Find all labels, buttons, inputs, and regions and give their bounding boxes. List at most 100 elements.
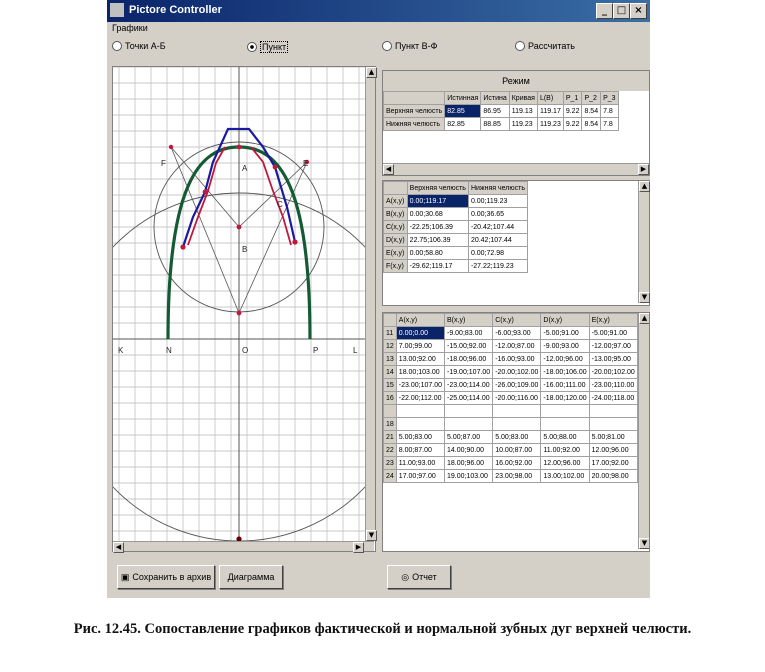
points-vscroll[interactable]: ▲ ▼ [638,181,650,303]
table-cell[interactable]: 5.00;83.00 [492,430,542,444]
table-cell[interactable]: 13.00;92.00 [395,352,446,366]
table-row[interactable]: 11 0.00;0.00 -9.00;83.00 -6.00;93.00 -5.00;9… [383,326,638,340]
table-cell[interactable]: 20.42;107.44 [467,233,528,247]
table-row[interactable]: 22 8.00;87.00 14.00;90.00 10.00;87.00 11.00;… [383,443,638,457]
row-header[interactable]: C(x,y) [383,220,408,234]
table-cell[interactable]: 19.00;103.00 [443,469,494,483]
menu-graphs[interactable]: Графики [112,23,148,33]
parameters-grid[interactable]: Истинная Истина Кривая L(B) P_1 P_2 P_3 Верхняя… [383,91,649,163]
scroll-up-icon[interactable]: ▲ [639,313,649,324]
table-cell[interactable]: 11.00;92.00 [540,443,590,457]
scroll-right-icon[interactable]: ▶ [638,164,649,175]
table-cell[interactable]: 8.54 [581,104,602,118]
table-cell[interactable]: 10.00;87.00 [492,443,542,457]
column-header[interactable]: Истина [480,91,510,105]
table-cell[interactable] [492,417,542,431]
table-cell[interactable]: -23.00;114.00 [443,378,494,392]
scroll-down-icon[interactable]: ▼ [639,292,650,303]
table-cell[interactable]: -6.00;93.00 [492,326,542,340]
table-cell[interactable]: -18.00;106.00 [540,365,590,379]
table-cell[interactable]: -25.00;114.00 [443,391,494,405]
table-cell[interactable]: 22.75;106.39 [406,233,469,247]
table-cell[interactable]: -12.00;96.00 [540,352,590,366]
table-cell[interactable] [540,404,590,418]
column-header[interactable]: P_2 [581,91,602,105]
column-header[interactable] [383,91,446,105]
table-cell[interactable]: -18.00;96.00 [443,352,494,366]
close-button[interactable]: × [630,3,647,19]
table-row[interactable]: B(x,y) 0.00;30.68 0.00;36.65 [383,207,528,221]
table-cell[interactable] [588,404,638,418]
row-header[interactable]: 24 [383,469,397,483]
table-cell[interactable]: 119.23 [508,117,538,131]
table-cell[interactable]: 8.54 [581,117,602,131]
table-cell[interactable]: 5.00;88.00 [540,430,590,444]
table-cell[interactable]: 82.85 [444,104,482,118]
table-cell[interactable]: -16.00;111.00 [540,378,590,392]
table-cell[interactable]: 5.00;83.00 [395,430,446,444]
table-row[interactable]: D(x,y) 22.75;106.39 20.42;107.44 [383,233,528,247]
row-header[interactable]: 12 [383,339,397,353]
table-cell[interactable]: -12.00;87.00 [492,339,542,353]
table-row[interactable]: F(x,y) -29.62;119.17 -27.22;119.23 [383,259,528,273]
column-header[interactable] [383,313,397,327]
table-cell[interactable]: -29.62;119.17 [406,259,469,273]
scroll-right-icon[interactable]: ▶ [353,542,364,553]
table-row[interactable]: 18 [383,417,638,431]
row-header[interactable]: A(x,y) [383,194,408,208]
column-header[interactable]: Нижняя челюсть [467,181,528,195]
column-header[interactable]: B(x,y) [443,313,494,327]
row-header[interactable]: 11 [383,326,397,340]
table-cell[interactable]: 5.00;81.00 [588,430,638,444]
table-cell[interactable]: -20.00;102.00 [588,365,638,379]
row-header[interactable]: 23 [383,456,397,470]
column-header[interactable]: C(x,y) [492,313,542,327]
table-cell[interactable]: 11.00;93.00 [395,456,446,470]
table-cell[interactable]: 119.23 [536,117,564,131]
table-row[interactable]: 21 5.00;83.00 5.00;87.00 5.00;83.00 5.00;88.… [383,430,638,444]
table-cell[interactable]: -22.00;112.00 [395,391,446,405]
scroll-up-icon[interactable]: ▲ [639,181,650,192]
table-row[interactable]: Нижняя челюсть 82.85 88.85 119.23 119.23 9.22… [383,117,619,131]
table-row[interactable] [383,404,638,418]
row-header[interactable]: 16 [383,391,397,405]
column-header[interactable]: E(x,y) [588,313,638,327]
column-header[interactable]: A(x,y) [395,313,446,327]
table-cell[interactable]: -16.00;93.00 [492,352,542,366]
table-cell[interactable]: 7.00;99.00 [395,339,446,353]
radio-mode-3[interactable]: Пункт В-Ф [382,41,437,51]
maximize-button[interactable]: □ [613,3,630,19]
table-cell[interactable]: -27.22;119.23 [467,259,528,273]
row-header[interactable]: 15 [383,378,397,392]
row-header[interactable]: 18 [383,417,397,431]
diagram-button[interactable]: Диаграмма [219,565,283,589]
table-cell[interactable]: 12.00;96.00 [588,443,638,457]
table-row[interactable]: 24 17.00;97.00 19.00;103.00 23.00;98.00 13.0… [383,469,638,483]
scroll-up-icon[interactable]: ▲ [366,67,377,78]
table-cell[interactable]: -18.00;120.00 [540,391,590,405]
table-cell[interactable]: -26.00;109.00 [492,378,542,392]
table-cell[interactable]: 16.00;92.00 [492,456,542,470]
table-cell[interactable]: -20.00;116.00 [492,391,542,405]
table-row[interactable]: E(x,y) 0.00;58.80 0.00;72.98 [383,246,528,260]
table-row[interactable]: 13 13.00;92.00 -18.00;96.00 -16.00;93.00 -12… [383,352,638,366]
table-cell[interactable]: -9.00;93.00 [540,339,590,353]
row-header[interactable] [383,404,397,418]
radio-mode-4[interactable]: Рассчитать [515,41,575,51]
table-cell[interactable] [540,417,590,431]
column-header[interactable]: P_1 [562,91,583,105]
column-header[interactable] [383,181,408,195]
row-header[interactable]: D(x,y) [383,233,408,247]
table-row[interactable]: C(x,y) -22.25;106.39 -20.42;107.44 [383,220,528,234]
table-row[interactable]: 23 11.00;93.00 18.00;96.00 16.00;92.00 12.00… [383,456,638,470]
table-cell[interactable]: 82.85 [444,117,482,131]
plot-horizontal-scrollbar[interactable]: ◀ ▶ [113,541,374,553]
table-cell[interactable]: -19.00;107.00 [443,365,494,379]
row-header[interactable]: Верхняя челюсть [383,104,446,118]
table-cell[interactable] [588,417,638,431]
scroll-left-icon[interactable]: ◀ [383,164,394,175]
table-row[interactable]: Верхняя челюсть 82.85 86.95 119.13 119.17 9.2… [383,104,619,118]
row-header[interactable]: 22 [383,443,397,457]
table-cell[interactable]: -12.00;97.00 [588,339,638,353]
table-cell[interactable]: -5.00;91.00 [540,326,590,340]
